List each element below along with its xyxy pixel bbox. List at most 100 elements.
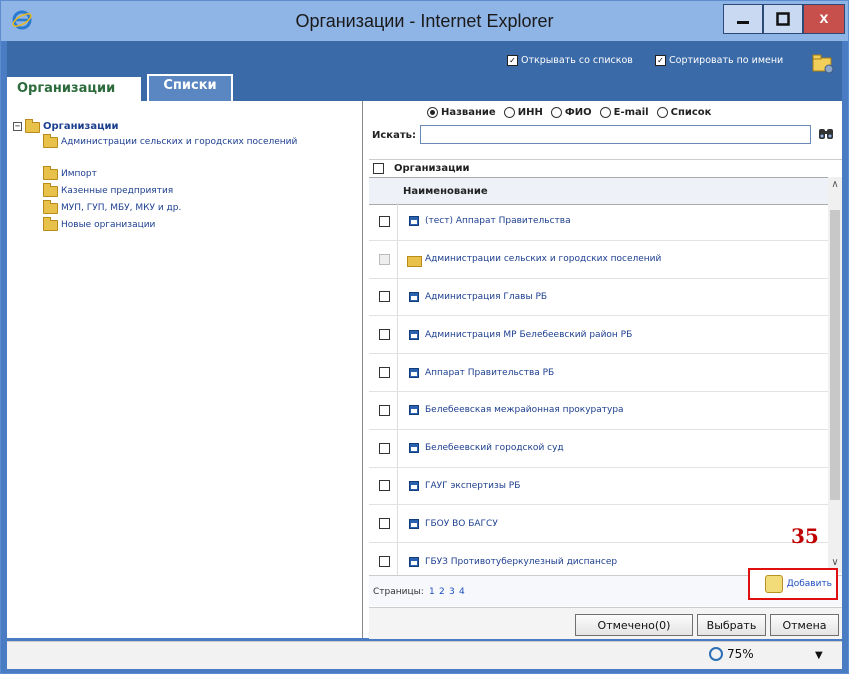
radio-label: ФИО [564,107,592,118]
row-checkbox[interactable] [379,367,390,379]
organization-icon [409,405,419,416]
row-name[interactable]: Администрация Главы РБ [425,292,547,302]
row-name[interactable]: Белебеевская межрайонная прокуратура [425,405,624,415]
pager-label: Страницы: [373,587,424,597]
sort-by-name-option[interactable]: ✓ Сортировать по имени [655,55,783,66]
checkbox-checked-icon[interactable]: ✓ [655,55,666,66]
table-row[interactable]: Администрации сельских и городских посел… [369,240,828,279]
folder-icon [43,166,58,180]
minimize-button[interactable] [723,4,763,34]
row-checkbox[interactable] [379,329,390,341]
tree-item[interactable]: Администрации сельских и городских посел… [43,134,313,150]
row-name[interactable]: ГБОУ ВО БАГСУ [425,519,498,529]
organization-icon [409,556,419,567]
tree-item-label: Импорт [61,169,97,179]
row-checkbox[interactable] [379,215,390,227]
checkbox-checked-icon[interactable]: ✓ [507,55,518,66]
table-row[interactable]: ГБОУ ВО БАГСУ [369,505,828,544]
row-checkbox[interactable] [379,291,390,303]
maximize-button[interactable] [763,4,803,34]
page-link-3[interactable]: 3 [449,587,455,597]
radio-icon[interactable] [550,107,562,118]
tree-root[interactable]: − Организации [13,119,119,133]
row-checkbox[interactable] [379,518,390,530]
row-checkbox[interactable] [379,556,390,568]
select-button[interactable]: Выбрать [697,614,766,636]
radio-name[interactable]: Название [427,107,496,118]
search-input[interactable] [420,125,811,144]
row-divider [397,316,398,354]
open-from-lists-option[interactable]: ✓ Открывать со списков [507,55,633,66]
search-mode-radios: Название ИНН ФИО E-mail Список [427,107,711,118]
radio-selected-icon[interactable] [427,107,438,118]
binoculars-search-icon[interactable] [818,125,834,141]
table-row[interactable]: Аппарат Правительства РБ [369,354,828,392]
search-label: Искать: [372,130,416,141]
tree-item-label: Новые организации [61,220,156,230]
row-name[interactable]: Администрация МР Белебеевский район РБ [425,330,632,340]
organization-icon [409,291,419,302]
row-divider [397,467,398,505]
radio-list[interactable]: Список [656,107,711,118]
radio-email[interactable]: E-mail [599,107,649,118]
tab-organizations[interactable]: Организации [7,74,141,101]
tree-item[interactable]: Казенные предприятия [43,183,313,199]
select-all-checkbox[interactable] [373,162,384,174]
table-row[interactable]: Администрация МР Белебеевский район РБ [369,316,828,355]
row-name[interactable]: Администрации сельских и городских посел… [425,254,661,264]
grid-column-header[interactable]: Наименование [369,177,828,205]
collapse-toggle-icon[interactable]: − [13,121,22,131]
tree-item[interactable]: Импорт [43,166,313,182]
row-name[interactable]: Аппарат Правительства РБ [425,368,554,378]
row-divider [397,203,398,240]
marked-button[interactable]: Отмечено(0) [575,614,693,636]
tree-item[interactable]: МУП, ГУП, МБУ, МКУ и др. [43,200,313,216]
organization-icon [409,480,419,491]
table-row[interactable]: Белебеевский городской суд [369,429,828,468]
annotation-number: 35 [791,524,819,548]
vertical-scrollbar[interactable]: ∧ ∨ [828,177,842,573]
organization-icon [409,329,419,340]
page-link-1[interactable]: 1 [429,587,435,597]
row-name[interactable]: Белебеевский городской суд [425,443,564,453]
grid-group-label: Организации [394,162,470,174]
radio-icon[interactable] [599,107,611,118]
add-button[interactable]: Добавить [748,568,838,600]
chevron-down-icon[interactable]: ▼ [815,650,823,661]
folder-icon [43,134,58,148]
radio-icon[interactable] [503,107,515,118]
row-name[interactable]: ГАУГ экспертизы РБ [425,481,520,491]
table-row[interactable]: ГАУГ экспертизы РБ [369,467,828,506]
minimize-icon [737,21,749,24]
row-checkbox[interactable] [379,404,390,416]
radio-inn[interactable]: ИНН [503,107,543,118]
page-link-2[interactable]: 2 [439,587,445,597]
cancel-button[interactable]: Отмена [770,614,839,636]
row-name[interactable]: (тест) Аппарат Правительства [425,216,571,226]
organization-icon [409,518,419,529]
zoom-control[interactable]: 75% [709,647,754,661]
list-pane: Название ИНН ФИО E-mail Список Искать: О… [363,101,842,639]
tree-item[interactable]: Новые организации [43,217,313,233]
folder-settings-icon[interactable] [811,51,835,75]
radio-fio[interactable]: ФИО [550,107,592,118]
table-row[interactable]: Белебеевская межрайонная прокуратура [369,391,828,430]
row-checkbox[interactable] [379,480,390,492]
row-name[interactable]: ГБУЗ Противотуберкулезный диспансер [425,557,617,567]
table-row[interactable]: (тест) Аппарат Правительства [369,203,828,241]
organization-icon [409,443,419,454]
tab-lists[interactable]: Списки [147,74,233,101]
sort-by-name-label: Сортировать по имени [669,55,784,66]
radio-icon[interactable] [656,107,668,118]
scrollbar-thumb[interactable] [830,210,840,500]
page-link-4[interactable]: 4 [459,587,465,597]
folder-icon [43,217,58,231]
close-button[interactable]: x [803,4,845,34]
add-button-label: Добавить [786,579,832,589]
row-checkbox[interactable] [379,442,390,454]
scroll-up-icon[interactable]: ∧ [829,179,841,193]
status-bar: 75% ▼ [7,641,842,669]
grid-group-header: Организации [369,159,842,176]
row-divider [397,391,398,429]
table-row[interactable]: Администрация Главы РБ [369,278,828,317]
